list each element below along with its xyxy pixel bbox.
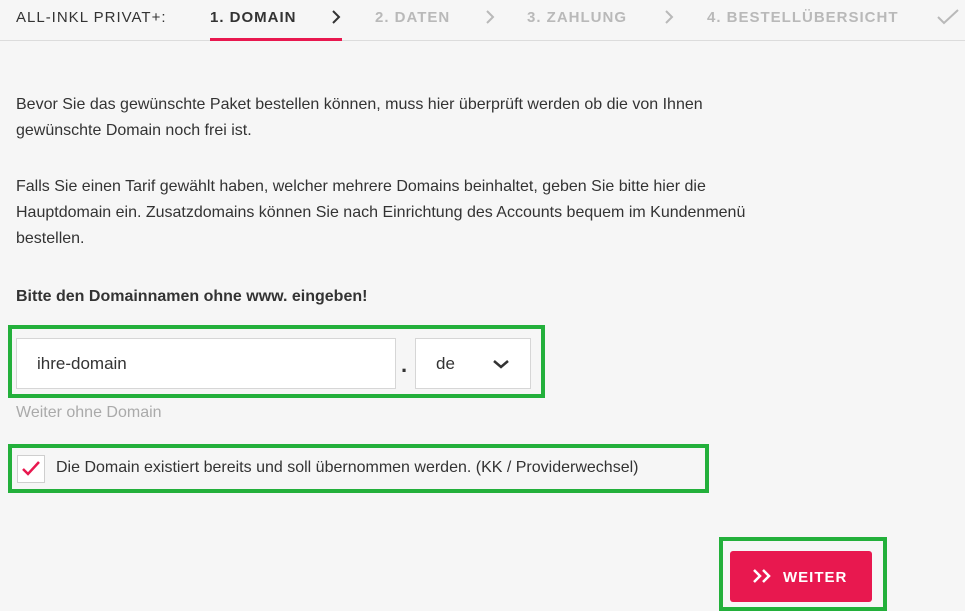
step-daten[interactable]: 2. DATEN	[375, 9, 450, 26]
info-paragraph: Falls Sie einen Tarif gewählt haben, wel…	[16, 178, 746, 247]
chevron-right-icon	[485, 8, 495, 30]
weiter-button[interactable]: WEITER	[730, 551, 872, 602]
tld-selected-value: de	[436, 354, 455, 373]
weiter-button-label: WEITER	[783, 569, 848, 586]
domain-input-label: Bitte den Domainnamen ohne www. eingeben…	[16, 288, 368, 305]
checkmark-icon	[22, 461, 40, 476]
chevron-right-icon	[331, 8, 341, 30]
double-chevron-right-icon	[753, 569, 771, 583]
checkmark-icon	[936, 8, 960, 30]
intro-paragraph: Bevor Sie das gewünschte Paket bestellen…	[16, 96, 703, 139]
chevron-down-icon	[493, 360, 509, 369]
step-domain[interactable]: 1. DOMAIN	[210, 9, 297, 26]
domain-transfer-checkbox[interactable]	[17, 455, 45, 483]
package-name: ALL-INKL PRIVAT+:	[16, 9, 167, 26]
domain-separator: .	[401, 352, 408, 377]
checkout-steps: ALL-INKL PRIVAT+: 1. DOMAIN 2. DATEN 3. …	[0, 0, 965, 41]
chevron-right-icon	[664, 8, 674, 30]
continue-without-domain-link[interactable]: Weiter ohne Domain	[16, 404, 162, 422]
step-zahlung[interactable]: 3. ZAHLUNG	[527, 9, 627, 26]
tld-select[interactable]: de	[415, 338, 531, 389]
step-bestelluebersicht[interactable]: 4. BESTELLÜBERSICHT	[707, 9, 899, 26]
domain-transfer-label[interactable]: Die Domain existiert bereits und soll üb…	[56, 459, 638, 477]
active-step-indicator	[210, 38, 342, 41]
domain-name-input[interactable]: ihre-domain	[16, 338, 396, 389]
